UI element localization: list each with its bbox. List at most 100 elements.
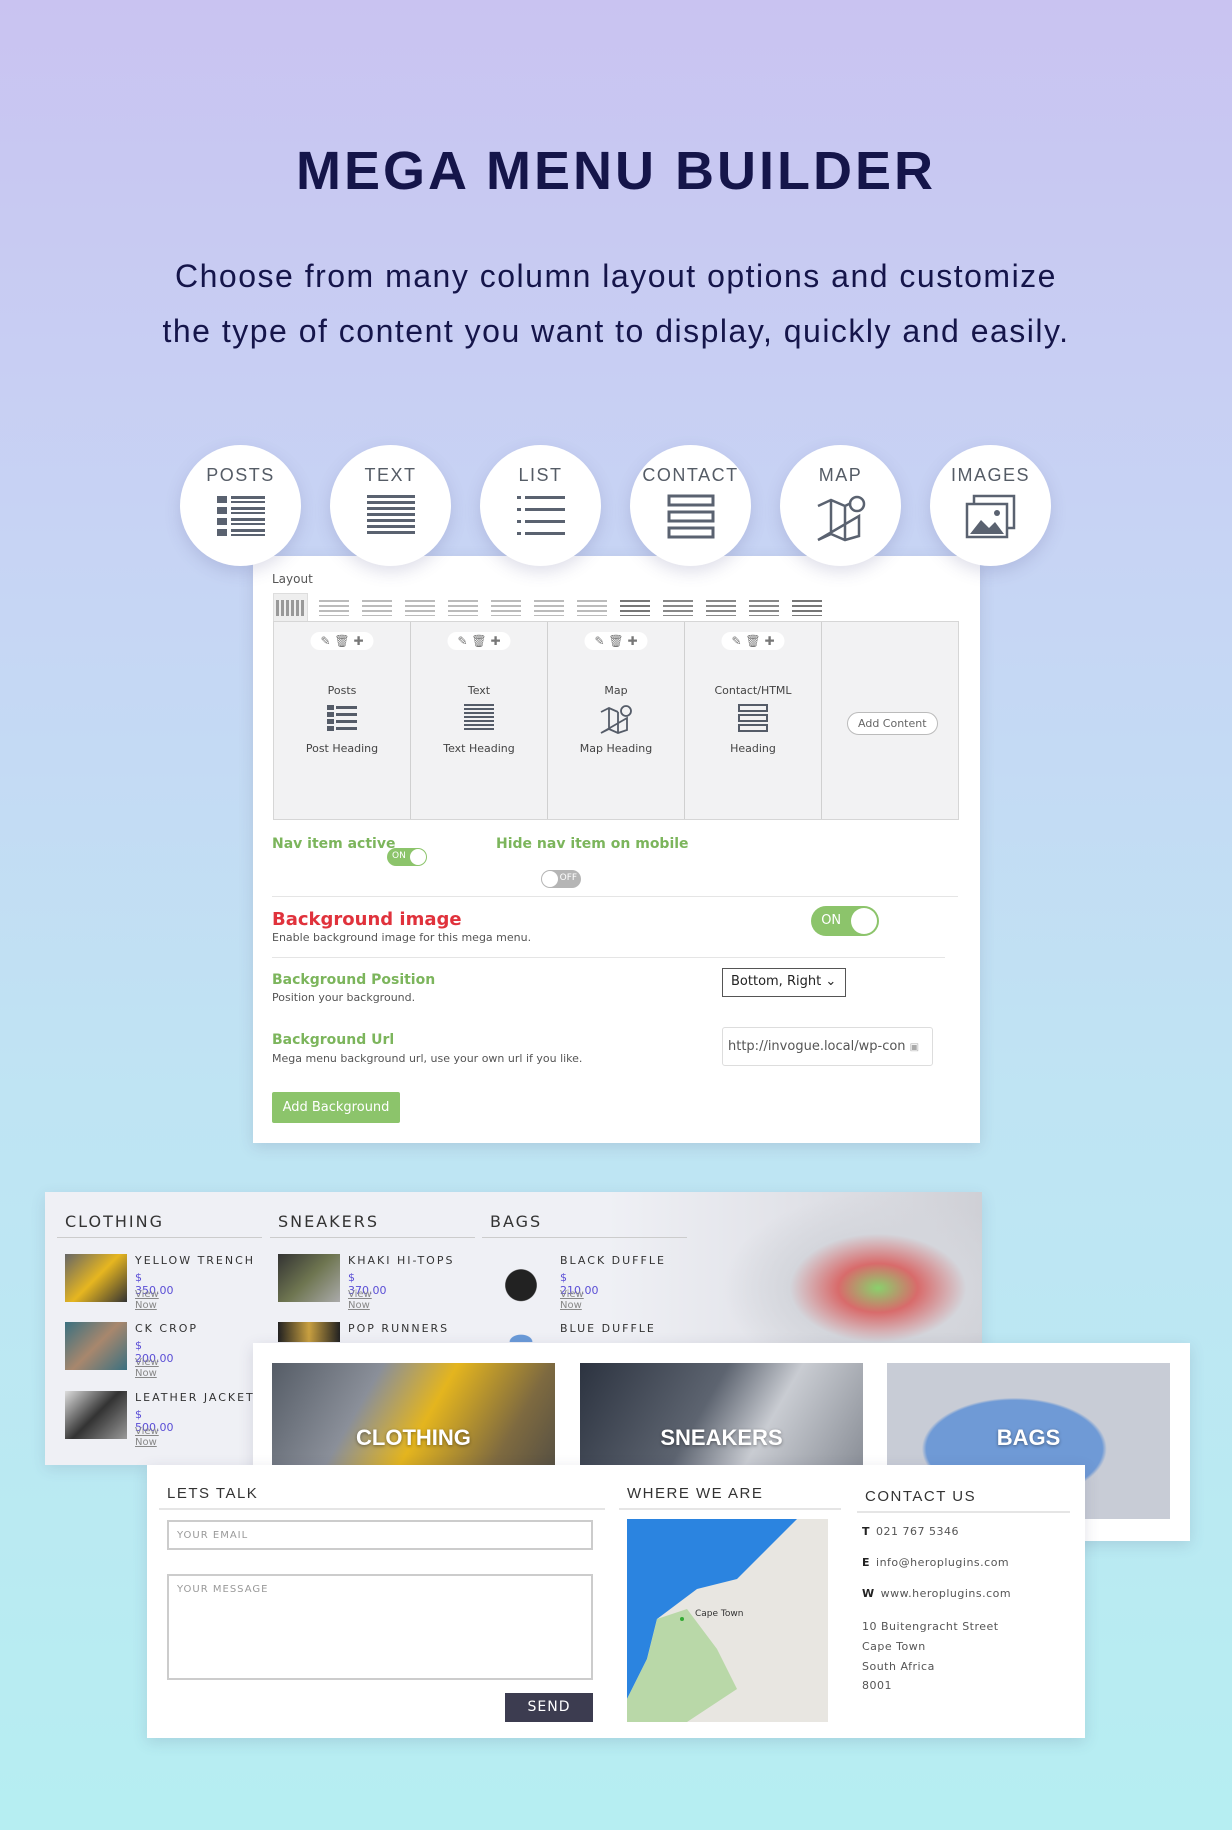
map-icon [816,495,865,542]
move-icon[interactable]: ✚ [353,634,363,648]
content-type-map[interactable]: MAP [780,445,901,566]
address-line: South Africa [862,1660,935,1673]
move-icon[interactable]: ✚ [490,634,500,648]
layout-option[interactable] [488,593,523,623]
product-name: LEATHER JACKET [135,1391,255,1404]
website[interactable]: Wwww.heroplugins.com [862,1587,1011,1600]
bg-url-desc: Mega menu background url, use your own u… [272,1052,583,1065]
layout-option[interactable] [273,593,308,623]
email[interactable]: Einfo@heroplugins.com [862,1556,1009,1569]
hide-mobile-toggle[interactable]: OFF [541,870,582,888]
edit-icon[interactable]: ✎ [594,634,604,648]
trash-icon[interactable]: 🗑 [745,634,760,648]
move-icon[interactable]: ✚ [764,634,774,648]
move-icon[interactable]: ✚ [627,634,637,648]
layout-option[interactable] [789,593,824,623]
column-tools: ✎ 🗑 ✚ [584,632,648,650]
posts-list-icon [216,496,265,536]
layout-option[interactable] [703,593,738,623]
product-name: YELLOW TRENCH [135,1254,256,1267]
layout-option[interactable] [531,593,566,623]
message-textarea[interactable]: YOUR MESSAGE [167,1574,593,1680]
product-name: KHAKI HI-TOPS [348,1254,455,1267]
posts-list-icon [327,705,357,731]
toggle-state: ON [392,851,406,861]
column-heading: Text Heading [443,742,515,755]
images-icon [965,494,1015,539]
layout-option[interactable] [746,593,781,623]
trash-icon[interactable]: 🗑 [608,634,623,648]
bg-url-input[interactable]: http://invogue.local/wp-con ▣ [722,1027,933,1066]
layout-option[interactable] [574,593,609,623]
column-text[interactable]: ✎ 🗑 ✚ Text Text Heading [411,622,548,819]
layout-option[interactable] [445,593,480,623]
add-background-button[interactable]: Add Background [272,1092,400,1123]
subtitle-line-1: Choose from many column layout options a… [175,258,1057,294]
column-tools: ✎ 🗑 ✚ [447,632,511,650]
image-picker-icon[interactable]: ▣ [910,1042,919,1053]
trash-icon[interactable]: 🗑 [334,634,349,648]
mega-menu-builder-panel: Layout ✎ 🗑 ✚ Posts Post Heading ✎ 🗑 ✚ Text T… [253,556,980,1143]
contact-form-icon [738,704,768,732]
input-value: http://invogue.local/wp-con [728,1039,906,1054]
column-heading: Map Heading [579,742,653,755]
category-label: SNEAKERS [660,1425,783,1450]
add-content-button[interactable]: Add Content [847,712,938,735]
text-lines-icon [464,704,494,732]
column-map[interactable]: ✎ 🗑 ✚ Map Map Heading [548,622,685,819]
toggle-state: ON [821,913,842,928]
view-now-link[interactable]: View Now [348,1289,372,1311]
map-land [627,1519,828,1722]
page-title: MEGA MENU BUILDER [296,141,936,201]
bg-image-title: Background image [272,909,462,930]
column-type: Contact/HTML [714,684,792,697]
nav-active-label: Nav item active [272,836,396,852]
product-thumb [278,1254,340,1302]
email-input[interactable]: YOUR EMAIL [167,1520,593,1550]
product-name: POP RUNNERS [348,1322,450,1335]
address-line: 10 Buitengracht Street [862,1620,999,1633]
layout-option[interactable] [316,593,351,623]
chevron-down-icon: ⌄ [825,974,837,989]
view-now-link[interactable]: View Now [135,1426,159,1448]
trash-icon[interactable]: 🗑 [471,634,486,648]
column-heading: Heading [730,742,776,755]
label: POSTS [206,465,275,485]
layout-option[interactable] [359,593,394,623]
edit-icon[interactable]: ✎ [320,634,330,648]
view-now-link[interactable]: View Now [560,1289,584,1311]
nav-active-toggle[interactable]: ON [387,848,427,866]
bg-position-select[interactable]: Bottom, Right ⌄ [722,968,846,997]
edit-icon[interactable]: ✎ [457,634,467,648]
column-posts[interactable]: ✎ 🗑 ✚ Posts Post Heading [274,622,411,819]
column-empty: Add Content [822,622,958,819]
column-contact-html[interactable]: ✎ 🗑 ✚ Contact/HTML Heading [685,622,822,819]
content-type-list[interactable]: LIST [480,445,601,566]
product-thumb [65,1322,127,1370]
layout-option[interactable] [402,593,437,623]
column-type: Map [604,684,628,697]
layout-option[interactable] [617,593,652,623]
content-type-posts[interactable]: POSTS [180,445,301,566]
view-now-link[interactable]: View Now [135,1289,159,1311]
layout-options [273,593,824,623]
toggle-state: OFF [559,873,578,883]
divider [272,957,945,958]
label: IMAGES [950,465,1030,485]
column-builder: ✎ 🗑 ✚ Posts Post Heading ✎ 🗑 ✚ Text Text Hea… [273,621,959,820]
content-type-text[interactable]: TEXT [330,445,451,566]
layout-option[interactable] [660,593,695,623]
content-type-contact[interactable]: CONTACT [630,445,751,566]
map-city-label: Cape Town [695,1609,744,1619]
bg-image-toggle[interactable]: ON [811,906,880,936]
product-name: BLACK DUFFLE [560,1254,666,1267]
view-now-link[interactable]: View Now [135,1357,159,1379]
list-icon [516,496,565,535]
edit-icon[interactable]: ✎ [731,634,741,648]
product-thumb [278,1322,340,1342]
map[interactable]: Cape Town [627,1519,828,1722]
address-line: 8001 [862,1679,892,1692]
content-type-images[interactable]: IMAGES [930,445,1051,566]
send-button[interactable]: SEND [505,1693,593,1722]
category-label: CLOTHING [356,1425,471,1450]
